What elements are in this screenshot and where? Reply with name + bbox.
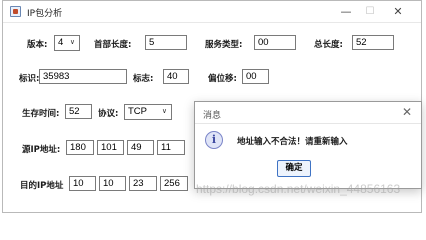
- dest-ip-octet-2[interactable]: 10: [99, 176, 126, 191]
- app-icon: [10, 6, 21, 17]
- ok-button[interactable]: 确定: [277, 160, 311, 177]
- flags-field[interactable]: 40: [163, 69, 189, 84]
- protocol-value: TCP: [128, 106, 147, 117]
- dest-ip-octet-3[interactable]: 23: [129, 176, 157, 191]
- version-select[interactable]: 4 ∨: [54, 35, 80, 51]
- ttl-field[interactable]: 52: [65, 104, 92, 119]
- chevron-down-icon: ∨: [161, 108, 167, 115]
- version-label: 版本:: [27, 40, 48, 50]
- source-ip-octet-4[interactable]: 11: [157, 140, 185, 155]
- identification-field[interactable]: 35983: [39, 69, 127, 84]
- window-title: IP包分析: [27, 9, 63, 19]
- source-ip-octet-3[interactable]: 49: [127, 140, 154, 155]
- service-type-field[interactable]: 00: [254, 35, 296, 50]
- identification-label: 标识:: [19, 74, 40, 84]
- total-length-label: 总长度:: [314, 40, 343, 50]
- watermark: https://blog.csdn.net/weixin_44856163: [196, 182, 401, 196]
- service-type-label: 服务类型:: [205, 40, 243, 50]
- dialog-divider: [195, 123, 421, 124]
- total-length-field[interactable]: 52: [352, 35, 394, 50]
- close-button[interactable]: ✕: [389, 4, 407, 20]
- source-ip-label: 源IP地址:: [22, 145, 61, 155]
- source-ip-octet-1[interactable]: 180: [66, 140, 94, 155]
- info-icon: i: [205, 131, 223, 149]
- flags-label: 标志:: [133, 74, 154, 84]
- dest-ip-octet-1[interactable]: 10: [69, 176, 96, 191]
- version-value: 4: [58, 37, 64, 48]
- dialog-close-button[interactable]: ✕: [402, 105, 412, 119]
- fragment-offset-label: 偏位移:: [208, 74, 237, 84]
- protocol-select[interactable]: TCP ∨: [124, 104, 172, 120]
- dialog-title: 消息: [203, 111, 222, 121]
- title-bar: IP包分析 — ☐ ✕: [3, 1, 421, 23]
- maximize-button[interactable]: ☐: [361, 4, 379, 20]
- header-length-label: 首部长度:: [94, 40, 132, 50]
- chevron-down-icon: ∨: [69, 39, 75, 46]
- dest-ip-octet-4[interactable]: 256: [160, 176, 188, 191]
- dest-ip-label: 目的IP地址: [20, 181, 64, 191]
- message-dialog: 消息 ✕ i 地址输入不合法！请重新输入 确定: [194, 101, 422, 189]
- ttl-label: 生存时间:: [22, 109, 60, 119]
- source-ip-octet-2[interactable]: 101: [97, 140, 124, 155]
- dialog-message: 地址输入不合法！请重新输入: [237, 137, 348, 147]
- header-length-field[interactable]: 5: [145, 35, 187, 50]
- fragment-offset-field[interactable]: 00: [242, 69, 269, 84]
- protocol-label: 协议:: [98, 109, 119, 119]
- minimize-button[interactable]: —: [337, 4, 355, 20]
